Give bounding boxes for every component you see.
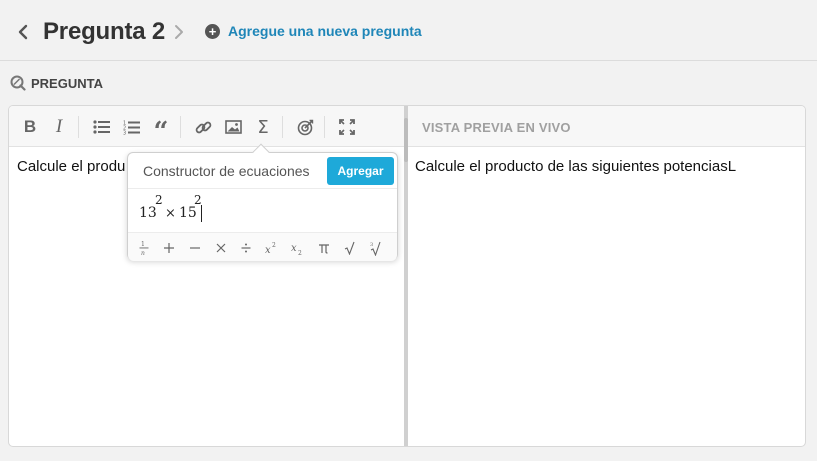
section-label: PREGUNTA <box>31 75 103 91</box>
toolbar-divider <box>282 116 283 138</box>
svg-text:3: 3 <box>123 130 126 135</box>
question-search-icon <box>10 75 26 91</box>
italic-icon[interactable]: I <box>49 116 69 137</box>
svg-text:1: 1 <box>141 241 145 248</box>
next-question-chevron-right-icon[interactable] <box>170 20 188 44</box>
link-icon[interactable] <box>193 117 213 137</box>
live-preview-header: VISTA PREVIA EN VIVO <box>408 106 805 147</box>
numbered-list-icon[interactable]: 123 <box>121 117 141 137</box>
sigma-equation-icon[interactable]: Σ <box>253 117 273 138</box>
target-icon[interactable] <box>295 117 315 137</box>
toolbar-divider <box>324 116 325 138</box>
popup-divider <box>128 188 397 189</box>
toolbar-divider <box>180 116 181 138</box>
svg-text:x: x <box>291 243 297 254</box>
equation-input-field[interactable]: 13 2 × 15 2 <box>139 193 389 229</box>
svg-text:2: 2 <box>272 242 276 249</box>
image-icon[interactable] <box>223 117 243 137</box>
fullscreen-expand-icon[interactable] <box>337 117 357 137</box>
live-preview-text: Calcule el producto de las siguientes po… <box>415 158 737 175</box>
nth-root-symbol-button[interactable]: 3 <box>365 238 387 258</box>
equation-builder-popup: Constructor de ecuaciones Agregar 13 2 ×… <box>127 143 398 261</box>
question-section-header: PREGUNTA <box>10 75 103 91</box>
svg-text:x: x <box>265 245 271 255</box>
live-preview-label: VISTA PREVIA EN VIVO <box>422 120 571 135</box>
previous-question-chevron-left-icon[interactable] <box>14 20 32 44</box>
square-root-symbol-button[interactable] <box>339 238 361 258</box>
plus-circle-icon: + <box>205 23 220 39</box>
svg-text:2: 2 <box>298 250 302 255</box>
equation-exponent-1: 2 <box>155 193 163 207</box>
plus-symbol-button[interactable] <box>158 238 180 258</box>
divide-symbol-button[interactable] <box>235 238 257 258</box>
equation-operator: × <box>165 206 176 221</box>
equation-base-1: 13 <box>139 205 157 221</box>
equation-symbol-bar: 1n x2 x2 3 <box>128 232 397 261</box>
add-equation-button[interactable]: Agregar <box>327 157 394 185</box>
header-bar: Pregunta 2 + Agregue una nueva pregunta <box>0 0 817 61</box>
page-title: Pregunta 2 <box>43 18 166 45</box>
svg-text:3: 3 <box>370 242 373 248</box>
subscript-symbol-button[interactable]: x2 <box>287 238 309 258</box>
add-question-label: Agregue una nueva pregunta <box>228 23 422 39</box>
question-editor-textarea[interactable]: Calcule el produ <box>17 158 125 175</box>
blockquote-icon[interactable]: “ <box>151 117 171 145</box>
equation-base-2: 15 <box>179 205 197 221</box>
bulleted-list-icon[interactable] <box>91 117 111 137</box>
svg-text:n: n <box>141 250 145 256</box>
equation-builder-title: Constructor de ecuaciones <box>143 163 310 179</box>
live-preview-pane: VISTA PREVIA EN VIVO Calcule el producto… <box>408 106 805 446</box>
text-caret <box>201 205 202 222</box>
pi-symbol-button[interactable] <box>313 238 335 258</box>
editor-toolbar: B I 123 “ Σ <box>9 106 404 147</box>
add-question-button[interactable]: + Agregue una nueva pregunta <box>205 23 422 39</box>
superscript-symbol-button[interactable]: x2 <box>261 238 283 258</box>
minus-symbol-button[interactable] <box>184 238 206 258</box>
multiply-symbol-button[interactable] <box>210 238 232 258</box>
fraction-symbol-button[interactable]: 1n <box>133 238 155 258</box>
toolbar-divider <box>78 116 79 138</box>
bold-icon[interactable]: B <box>20 117 40 137</box>
